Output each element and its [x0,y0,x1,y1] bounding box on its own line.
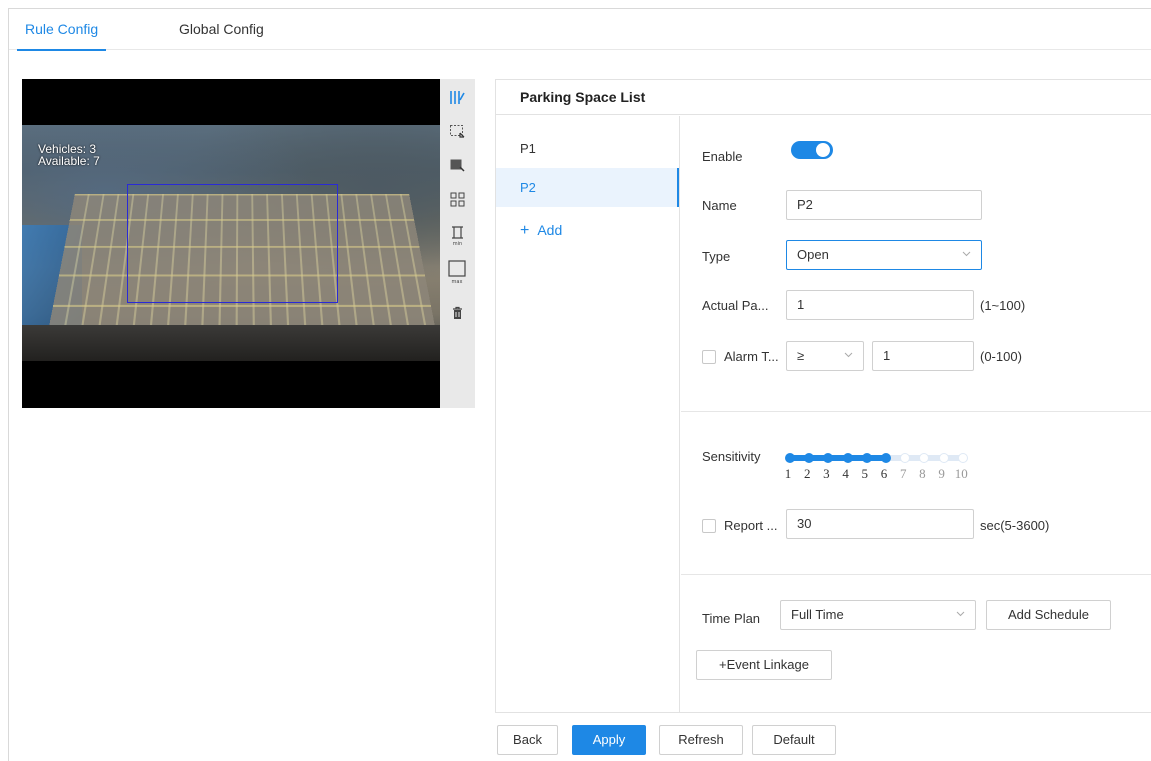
osd-overlay: Vehicles: 3 Available: 7 [38,143,100,167]
actual-parking-input[interactable]: 1 [786,290,974,320]
layout-grid-icon[interactable] [449,191,466,208]
add-schedule-button[interactable]: Add Schedule [986,600,1111,630]
add-space-button[interactable]: + Add [520,222,562,240]
parking-space-panel: Parking Space List P1 P2 + Add Enable Nam… [495,79,1151,713]
slider-tick-label: 3 [820,466,832,482]
tab-global-config[interactable]: Global Config [179,9,264,50]
slider-dot[interactable] [900,453,910,463]
slider-dot[interactable] [843,453,853,463]
max-size-icon[interactable]: max [447,259,467,285]
plus-icon: + [520,222,529,239]
panel-title: Parking Space List [496,80,1151,115]
select-area-icon[interactable] [449,123,466,140]
report-checkbox[interactable] [702,519,716,533]
alarm-threshold-input[interactable]: 1 [872,341,974,371]
report-range: sec(5-3600) [980,518,1049,533]
draw-rule-icon[interactable] [449,89,466,106]
slider-dot[interactable] [804,453,814,463]
enable-label: Enable [702,149,742,164]
actual-parking-label: Actual Pa... [702,298,768,313]
report-label: Report ... [724,518,777,533]
type-label: Type [702,249,730,264]
slider-tick-label: 8 [916,466,928,482]
chevron-down-icon [956,609,965,618]
list-item-p1[interactable]: P1 [496,129,679,168]
tab-bar: Rule Config Global Config [9,9,1151,50]
back-button[interactable]: Back [497,725,558,755]
slider-dot[interactable] [862,453,872,463]
time-plan-label: Time Plan [702,611,760,626]
chevron-down-icon [844,350,853,359]
svg-text:min: min [453,241,462,247]
name-input[interactable]: P2 [786,190,982,220]
min-size-icon[interactable]: min [449,225,466,247]
time-plan-select[interactable]: Full Time [780,600,976,630]
list-item-p2[interactable]: P2 [496,168,679,207]
slider-tick-label: 1 [782,466,794,482]
video-preview[interactable]: Vehicles: 3 Available: 7 [22,79,440,408]
alarm-checkbox[interactable] [702,350,716,364]
delete-icon[interactable] [449,305,466,322]
page-frame: Rule Config Global Config Vehicles: 3 Av… [8,8,1151,761]
type-select[interactable]: Open [786,240,982,270]
alarm-operator-select[interactable]: ≥ [786,341,864,371]
sensitivity-label: Sensitivity [702,449,761,464]
enable-toggle[interactable] [791,141,833,159]
slider-tick-label: 9 [936,466,948,482]
space-form: Enable Name P2 Type Open Actual Pa... 1 … [681,116,1151,712]
event-linkage-button[interactable]: +Event Linkage [696,650,832,680]
slider-dot[interactable] [785,453,795,463]
parking-space-list: P1 P2 + Add [496,116,680,712]
name-label: Name [702,198,737,213]
slider-dot[interactable] [881,453,891,463]
parking-detection-box[interactable] [127,184,338,303]
clear-area-icon[interactable] [449,157,466,174]
slider-tick-label: 5 [859,466,871,482]
slider-tick-label: 10 [955,466,967,482]
default-button[interactable]: Default [752,725,836,755]
alarm-label: Alarm T... [724,349,779,364]
svg-text:max: max [452,279,463,285]
report-interval-input[interactable]: 30 [786,509,974,539]
drawing-toolbar: min max [440,79,475,408]
actual-parking-range: (1~100) [980,298,1025,313]
slider-tick-label: 6 [878,466,890,482]
slider-tick-label: 2 [801,466,813,482]
alarm-range: (0-100) [980,349,1022,364]
slider-tick-label: 7 [897,466,909,482]
slider-dot[interactable] [939,453,949,463]
slider-dot[interactable] [919,453,929,463]
slider-tick-label: 4 [840,466,852,482]
tab-rule-config[interactable]: Rule Config [25,9,98,50]
sensitivity-slider[interactable] [785,453,975,463]
refresh-button[interactable]: Refresh [659,725,743,755]
osd-available: Available: 7 [38,155,100,167]
slider-dot[interactable] [958,453,968,463]
apply-button[interactable]: Apply [572,725,646,755]
slider-dot[interactable] [823,453,833,463]
chevron-down-icon [962,249,971,258]
